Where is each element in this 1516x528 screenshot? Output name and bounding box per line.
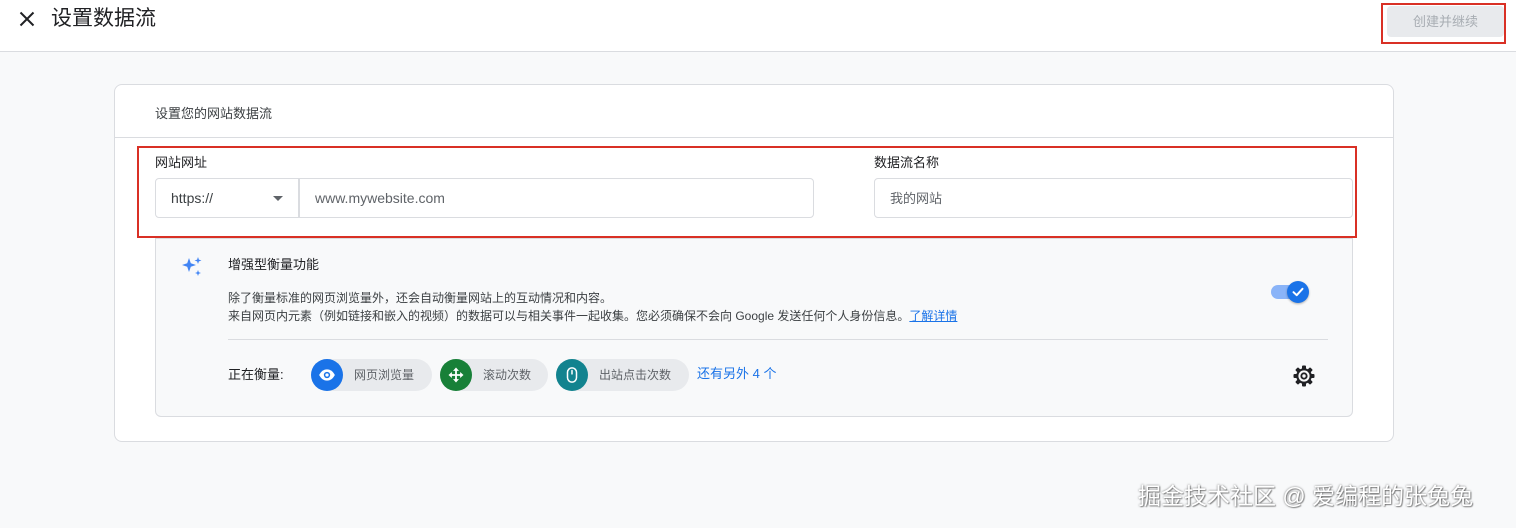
top-app-bar: 设置数据流 — [0, 0, 1516, 52]
card-heading: 设置您的网站数据流 — [155, 106, 273, 121]
sparkle-icon — [180, 255, 204, 279]
eye-icon — [311, 359, 343, 391]
mouse-icon — [556, 359, 588, 391]
chip-scrolls: 滚动次数 — [440, 359, 548, 391]
learn-more-link[interactable]: 了解详情 — [909, 309, 957, 323]
chip-page-views: 网页浏览量 — [311, 359, 432, 391]
create-and-continue-button[interactable]: 创建并继续 — [1387, 6, 1504, 37]
enhanced-measurement-description-1: 除了衡量标准的网页浏览量外，还会自动衡量网站上的互动情况和内容。 — [228, 291, 613, 305]
chip-label: 滚动次数 — [483, 368, 532, 382]
enhanced-measurement-toggle[interactable] — [1271, 281, 1309, 303]
close-icon[interactable] — [14, 6, 40, 32]
scroll-arrows-icon — [440, 359, 472, 391]
panel-divider — [228, 339, 1328, 340]
chip-label: 网页浏览量 — [354, 368, 415, 382]
chip-outbound-clicks: 出站点击次数 — [556, 359, 689, 391]
page-title: 设置数据流 — [51, 7, 156, 30]
enhanced-measurement-description-2: 来自网页内元素（例如链接和嵌入的视频）的数据可以与相关事件一起收集。您必须确保不… — [228, 308, 957, 325]
card-divider — [115, 137, 1393, 138]
description-text: 来自网页内元素（例如链接和嵌入的视频）的数据可以与相关事件一起收集。您必须确保不… — [228, 309, 910, 323]
watermark: 掘金技术社区 @ 爱编程的张兔兔 — [1138, 483, 1474, 509]
chip-label: 出站点击次数 — [599, 368, 672, 382]
fields-highlight — [137, 146, 1357, 238]
more-measurements-link[interactable]: 还有另外 4 个 — [697, 365, 776, 383]
check-icon — [1292, 287, 1304, 297]
toggle-thumb — [1287, 281, 1309, 303]
enhanced-measurement-title: 增强型衡量功能 — [228, 257, 320, 272]
measuring-label: 正在衡量: — [228, 367, 284, 382]
gear-icon[interactable] — [1292, 364, 1316, 388]
